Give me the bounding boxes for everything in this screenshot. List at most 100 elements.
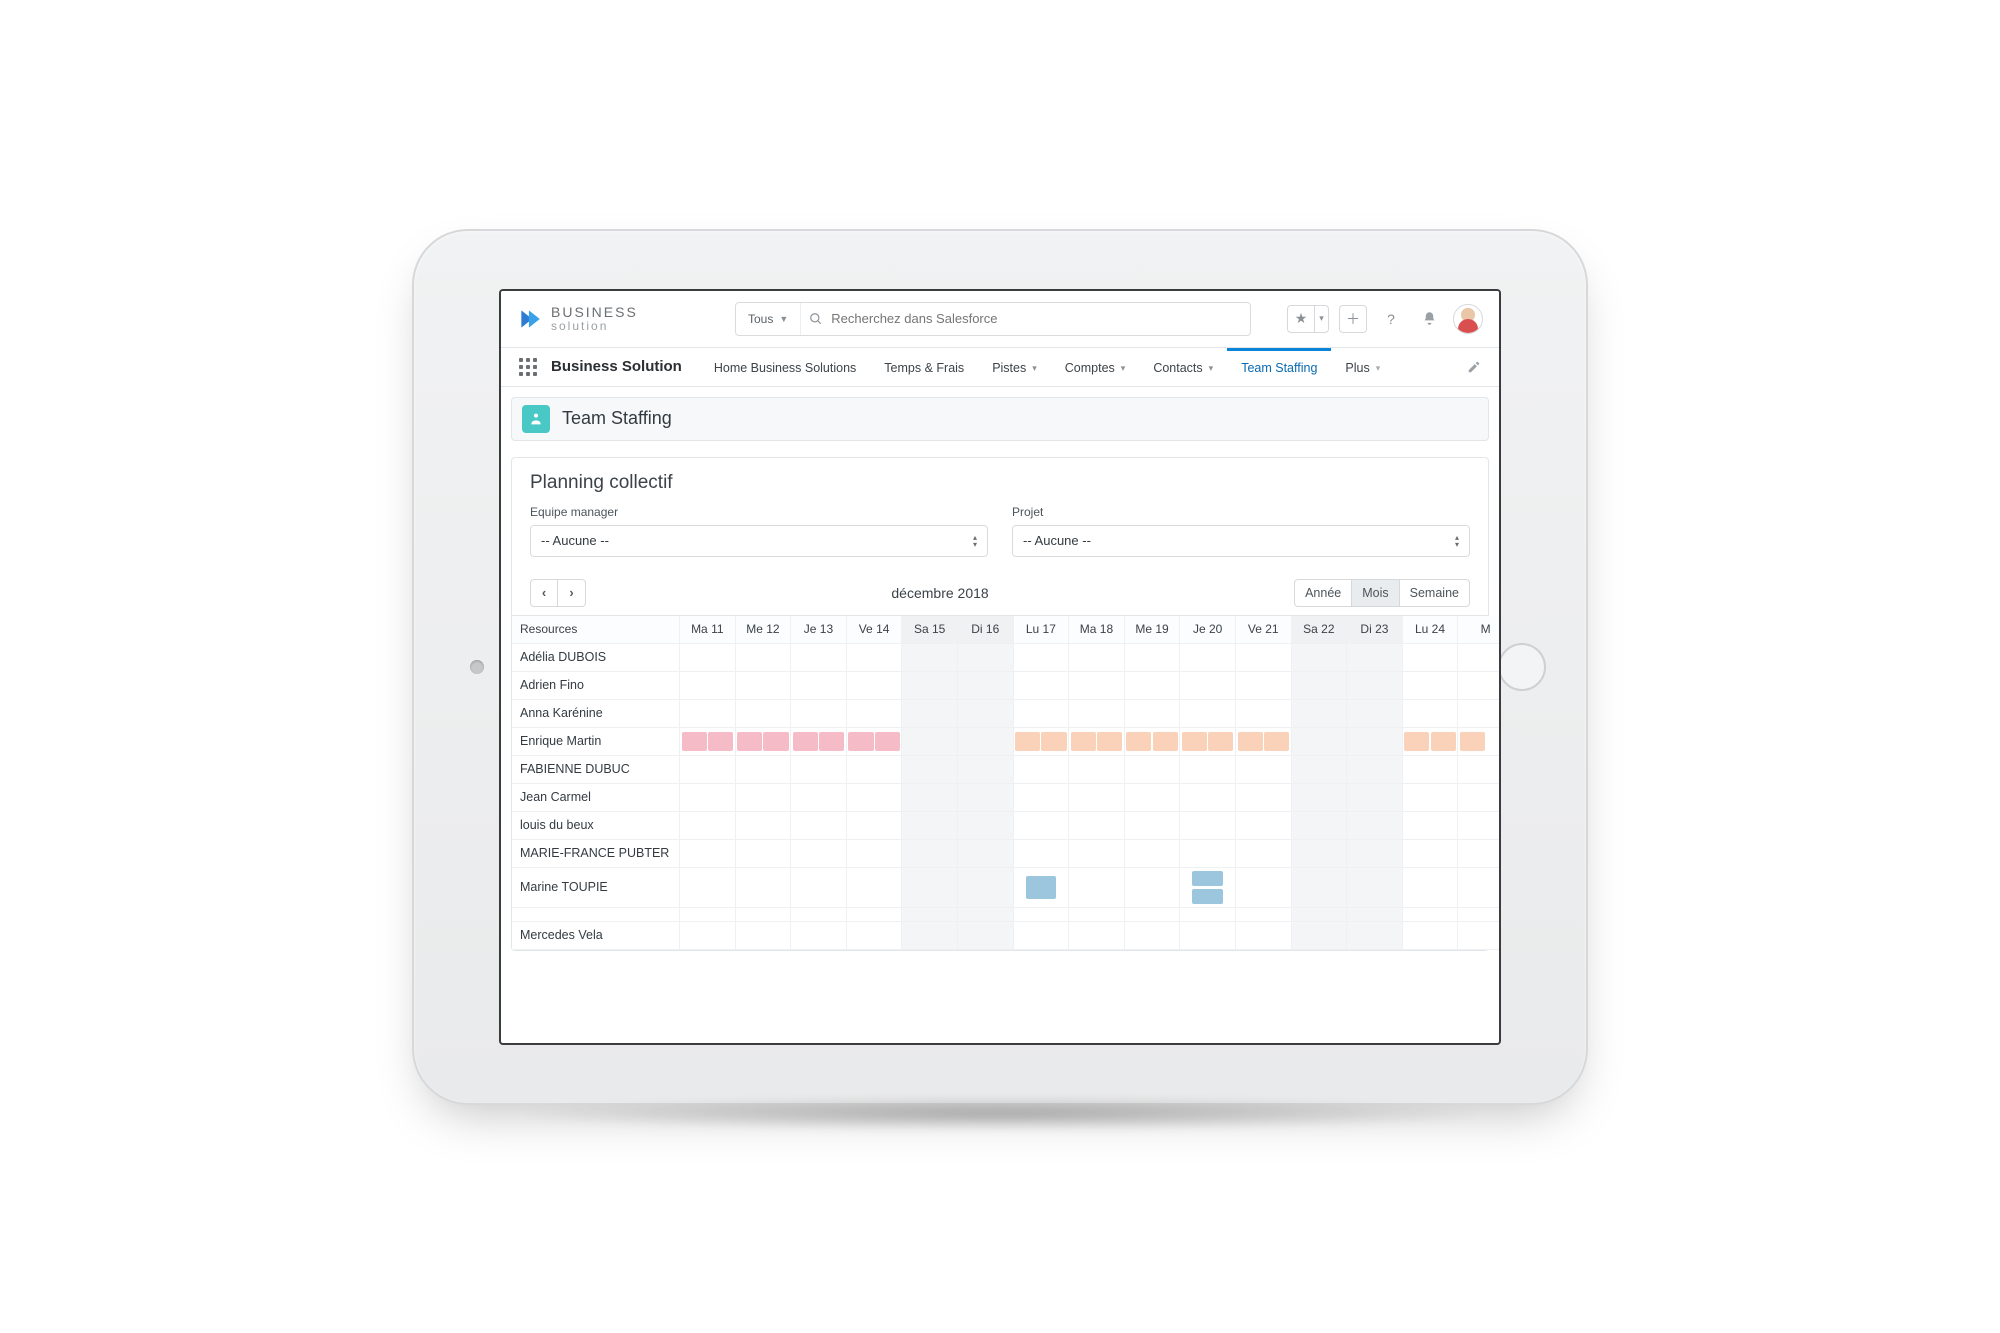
calendar-cell[interactable] bbox=[1236, 840, 1292, 868]
calendar-cell[interactable] bbox=[1069, 922, 1125, 950]
assignment-block[interactable] bbox=[682, 732, 707, 751]
calendar-cell[interactable] bbox=[1403, 756, 1459, 784]
calendar-cell[interactable] bbox=[1347, 922, 1403, 950]
calendar-cell[interactable] bbox=[1458, 908, 1501, 922]
calendar-cell[interactable] bbox=[847, 756, 903, 784]
calendar-cell[interactable] bbox=[958, 644, 1014, 672]
calendar-cell[interactable] bbox=[1403, 700, 1459, 728]
calendar-cell[interactable] bbox=[1347, 840, 1403, 868]
calendar-cell[interactable] bbox=[1236, 756, 1292, 784]
calendar-cell[interactable] bbox=[958, 868, 1014, 908]
calendar-cell[interactable] bbox=[791, 922, 847, 950]
calendar-cell[interactable] bbox=[1292, 922, 1348, 950]
calendar-cell[interactable] bbox=[736, 644, 792, 672]
calendar-cell[interactable] bbox=[1236, 784, 1292, 812]
calendar-cell[interactable] bbox=[847, 784, 903, 812]
calendar-cell[interactable] bbox=[1014, 908, 1070, 922]
calendar-cell[interactable] bbox=[1403, 728, 1459, 756]
calendar-cell[interactable] bbox=[847, 644, 903, 672]
calendar-cell[interactable] bbox=[1180, 784, 1236, 812]
calendar-cell[interactable] bbox=[1236, 672, 1292, 700]
tab-temps-frais[interactable]: Temps & Frais bbox=[870, 348, 978, 386]
calendar-cell[interactable] bbox=[1180, 728, 1236, 756]
calendar-cell[interactable] bbox=[1403, 868, 1459, 908]
calendar-cell[interactable] bbox=[1292, 908, 1348, 922]
assignment-block[interactable] bbox=[1097, 732, 1122, 751]
calendar-cell[interactable] bbox=[1403, 840, 1459, 868]
help-icon[interactable]: ? bbox=[1377, 305, 1405, 333]
calendar-cell[interactable] bbox=[1292, 644, 1348, 672]
assignment-block[interactable] bbox=[1041, 732, 1066, 751]
calendar-cell[interactable] bbox=[1292, 672, 1348, 700]
calendar-cell[interactable] bbox=[736, 840, 792, 868]
calendar-cell[interactable] bbox=[791, 672, 847, 700]
calendar-cell[interactable] bbox=[1236, 644, 1292, 672]
calendar-cell[interactable] bbox=[1403, 644, 1459, 672]
calendar-cell[interactable] bbox=[1180, 756, 1236, 784]
calendar-cell[interactable] bbox=[1125, 700, 1181, 728]
calendar-cell[interactable] bbox=[1180, 868, 1236, 908]
calendar-cell[interactable] bbox=[1180, 922, 1236, 950]
calendar-cell[interactable] bbox=[902, 784, 958, 812]
calendar-cell[interactable] bbox=[791, 756, 847, 784]
calendar-cell[interactable] bbox=[958, 922, 1014, 950]
calendar-cell[interactable] bbox=[1014, 644, 1070, 672]
calendar-cell[interactable] bbox=[1458, 922, 1501, 950]
calendar-cell[interactable] bbox=[1347, 728, 1403, 756]
calendar-cell[interactable] bbox=[958, 728, 1014, 756]
project-select[interactable]: -- Aucune -- ▴▾ bbox=[1012, 525, 1470, 557]
calendar-cell[interactable] bbox=[958, 756, 1014, 784]
assignment-block[interactable] bbox=[1192, 889, 1223, 904]
assignment-block[interactable] bbox=[1126, 732, 1151, 751]
calendar-cell[interactable] bbox=[902, 756, 958, 784]
calendar-cell[interactable] bbox=[1458, 868, 1501, 908]
calendar-cell[interactable] bbox=[680, 812, 736, 840]
assignment-block[interactable] bbox=[737, 732, 762, 751]
prev-button[interactable]: ‹ bbox=[530, 579, 558, 607]
calendar-cell[interactable] bbox=[1069, 812, 1125, 840]
calendar-cell[interactable] bbox=[736, 868, 792, 908]
calendar-cell[interactable] bbox=[1069, 840, 1125, 868]
calendar-cell[interactable] bbox=[1458, 700, 1501, 728]
calendar-cell[interactable] bbox=[1014, 840, 1070, 868]
calendar-cell[interactable] bbox=[1069, 728, 1125, 756]
calendar-cell[interactable] bbox=[1125, 812, 1181, 840]
assignment-block[interactable] bbox=[708, 732, 733, 751]
calendar-cell[interactable] bbox=[736, 812, 792, 840]
assignment-block[interactable] bbox=[1153, 732, 1178, 751]
calendar-cell[interactable] bbox=[1125, 922, 1181, 950]
calendar-cell[interactable] bbox=[1014, 700, 1070, 728]
assignment-block[interactable] bbox=[1238, 732, 1263, 751]
calendar-cell[interactable] bbox=[902, 908, 958, 922]
assignment-block[interactable] bbox=[1015, 732, 1040, 751]
calendar-cell[interactable] bbox=[1180, 644, 1236, 672]
favorites-split-button[interactable]: ★ ▾ bbox=[1287, 305, 1329, 333]
calendar-cell[interactable] bbox=[680, 672, 736, 700]
calendar-cell[interactable] bbox=[1292, 840, 1348, 868]
calendar-cell[interactable] bbox=[847, 700, 903, 728]
assignment-block[interactable] bbox=[763, 732, 788, 751]
calendar-cell[interactable] bbox=[847, 812, 903, 840]
assignment-block[interactable] bbox=[1460, 732, 1485, 751]
assignment-block[interactable] bbox=[793, 732, 818, 751]
calendar-cell[interactable] bbox=[1292, 700, 1348, 728]
calendar-cell[interactable] bbox=[1347, 812, 1403, 840]
manager-select[interactable]: -- Aucune -- ▴▾ bbox=[530, 525, 988, 557]
calendar-cell[interactable] bbox=[1403, 672, 1459, 700]
calendar-cell[interactable] bbox=[1180, 812, 1236, 840]
calendar-cell[interactable] bbox=[1347, 868, 1403, 908]
calendar-cell[interactable] bbox=[680, 868, 736, 908]
calendar-cell[interactable] bbox=[902, 672, 958, 700]
calendar-cell[interactable] bbox=[902, 812, 958, 840]
calendar-cell[interactable] bbox=[1403, 922, 1459, 950]
calendar-cell[interactable] bbox=[1347, 700, 1403, 728]
calendar-cell[interactable] bbox=[1014, 868, 1070, 908]
assignment-block[interactable] bbox=[1264, 732, 1289, 751]
calendar-cell[interactable] bbox=[1125, 908, 1181, 922]
view-year[interactable]: Année bbox=[1294, 579, 1352, 607]
calendar-cell[interactable] bbox=[1069, 784, 1125, 812]
calendar-cell[interactable] bbox=[1347, 908, 1403, 922]
calendar-cell[interactable] bbox=[1292, 784, 1348, 812]
calendar-cell[interactable] bbox=[1180, 840, 1236, 868]
calendar-cell[interactable] bbox=[1403, 908, 1459, 922]
